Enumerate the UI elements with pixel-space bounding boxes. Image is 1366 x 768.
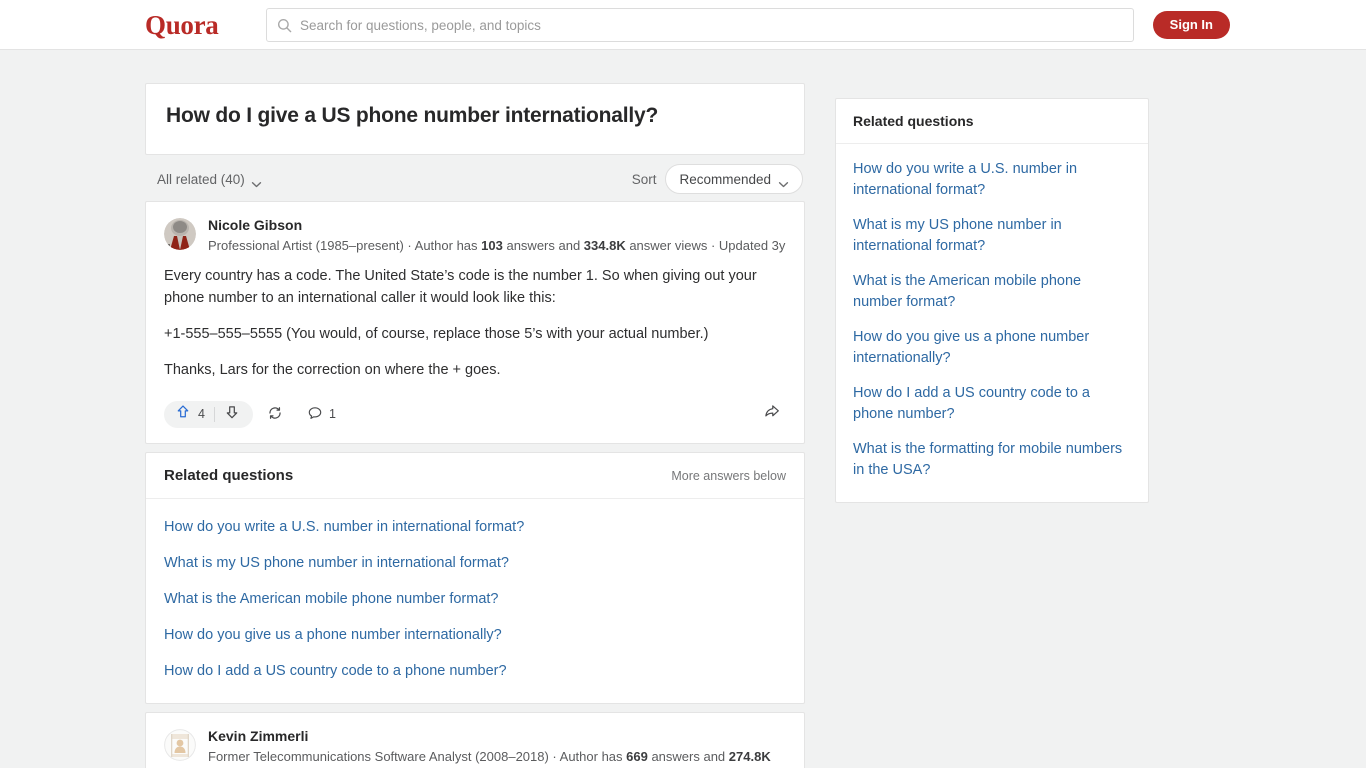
answer-card: Nicole Gibson Professional Artist (1985–… <box>145 201 805 444</box>
answer-count: 103 <box>481 238 503 253</box>
vote-control: 4 <box>164 400 253 428</box>
author-credential: Former Telecommunications Software Analy… <box>208 747 786 768</box>
search-icon <box>277 18 292 33</box>
sign-in-button[interactable]: Sign In <box>1152 11 1230 39</box>
answer-paragraph: Every country has a code. The United Sta… <box>164 268 757 306</box>
sort-label: Sort <box>631 171 657 187</box>
main-column: How do I give a US phone number internat… <box>145 83 805 768</box>
related-question-link[interactable]: How do I add a US country code to a phon… <box>164 653 786 689</box>
credential-prefix: Former Telecommunications Software Analy… <box>208 749 627 764</box>
answer-card: Kevin Zimmerli Former Telecommunications… <box>145 712 805 768</box>
sidebar-question-link[interactable]: How do you give us a phone number intern… <box>853 320 1131 376</box>
action-buttons: 4 1 <box>164 400 346 428</box>
sidebar: Related questions How do you write a U.S… <box>835 98 1149 503</box>
views-count: 334.8K <box>583 238 626 253</box>
upvote-icon <box>175 404 191 425</box>
more-answers-below-label[interactable]: More answers below <box>671 469 786 483</box>
comment-icon <box>307 405 323 424</box>
answer-count: 669 <box>626 749 648 764</box>
avatar[interactable] <box>164 218 196 250</box>
sort-control: Sort Recommended <box>632 164 803 194</box>
chevron-down-icon <box>778 176 789 187</box>
sidebar-question-link[interactable]: What is my US phone number in internatio… <box>853 208 1131 264</box>
related-questions-header: Related questions More answers below <box>146 453 804 499</box>
credential-prefix: Professional Artist (1985–present) · Aut… <box>208 238 482 253</box>
all-related-filter[interactable]: All related (40) <box>147 168 270 191</box>
repost-icon <box>267 405 283 424</box>
sidebar-question-link[interactable]: How do I add a US country code to a phon… <box>853 376 1131 432</box>
search-bar[interactable] <box>266 8 1134 42</box>
chevron-down-icon <box>251 176 262 187</box>
related-question-link[interactable]: What is the American mobile phone number… <box>164 581 786 617</box>
answer-paragraph: Thanks, Lars for the correction on where… <box>164 362 501 378</box>
related-questions-list: How do you write a U.S. number in intern… <box>146 499 804 703</box>
answer-action-bar: 4 1 <box>164 393 786 435</box>
sidebar-title: Related questions <box>836 99 1148 144</box>
downvote-button[interactable] <box>215 404 249 425</box>
related-question-link[interactable]: How do you write a U.S. number in intern… <box>164 509 786 545</box>
sort-dropdown[interactable]: Recommended <box>665 164 803 194</box>
views-count: 274.8K <box>728 749 771 764</box>
credential-mid: answers and <box>647 749 729 764</box>
share-icon <box>763 403 780 425</box>
author-name[interactable]: Kevin Zimmerli <box>208 727 786 746</box>
all-related-label: All related (40) <box>157 171 245 187</box>
sidebar-questions-list: How do you write a U.S. number in intern… <box>836 144 1148 502</box>
credential-suffix: answer views · Updated 3y <box>625 238 786 253</box>
filter-bar: All related (40) Sort Recommended <box>145 157 805 201</box>
page-body: How do I give a US phone number internat… <box>0 50 1366 768</box>
author-meta: Kevin Zimmerli Former Telecommunications… <box>208 727 786 768</box>
quora-logo[interactable]: Quora <box>145 10 219 41</box>
downvote-icon <box>224 404 240 425</box>
related-question-link[interactable]: How do you give us a phone number intern… <box>164 617 786 653</box>
sidebar-question-link[interactable]: What is the formatting for mobile number… <box>853 432 1131 488</box>
answer-author: Kevin Zimmerli Former Telecommunications… <box>164 727 786 768</box>
sort-value: Recommended <box>679 171 771 187</box>
author-name[interactable]: Nicole Gibson <box>208 216 786 235</box>
sidebar-question-link[interactable]: What is the American mobile phone number… <box>853 264 1131 320</box>
author-credential: Professional Artist (1985–present) · Aut… <box>208 236 786 255</box>
page-title: How do I give a US phone number internat… <box>166 104 659 127</box>
answer-body: Every country has a code. The United Sta… <box>164 265 786 381</box>
author-meta: Nicole Gibson Professional Artist (1985–… <box>208 216 786 255</box>
upvote-count: 4 <box>198 407 205 421</box>
sidebar-question-link[interactable]: How do you write a U.S. number in intern… <box>853 152 1131 208</box>
share-button[interactable] <box>757 403 786 425</box>
upvote-button[interactable]: 4 <box>168 404 214 425</box>
related-questions-card: Related questions More answers below How… <box>145 452 805 704</box>
repost-button[interactable] <box>257 401 293 428</box>
comment-count: 1 <box>328 407 336 421</box>
question-card: How do I give a US phone number internat… <box>145 83 805 155</box>
avatar[interactable] <box>164 729 196 761</box>
answer-author: Nicole Gibson Professional Artist (1985–… <box>164 216 786 255</box>
related-question-link[interactable]: What is my US phone number in internatio… <box>164 545 786 581</box>
search-input[interactable] <box>300 17 1123 33</box>
credential-mid: answers and <box>502 238 584 253</box>
answer-paragraph: +1-555–555–5555 (You would, of course, r… <box>164 326 709 342</box>
comment-button[interactable]: 1 <box>297 401 346 428</box>
sidebar-related-card: Related questions How do you write a U.S… <box>835 98 1149 503</box>
site-header: Quora Sign In <box>0 0 1366 50</box>
related-questions-title: Related questions <box>164 467 294 484</box>
